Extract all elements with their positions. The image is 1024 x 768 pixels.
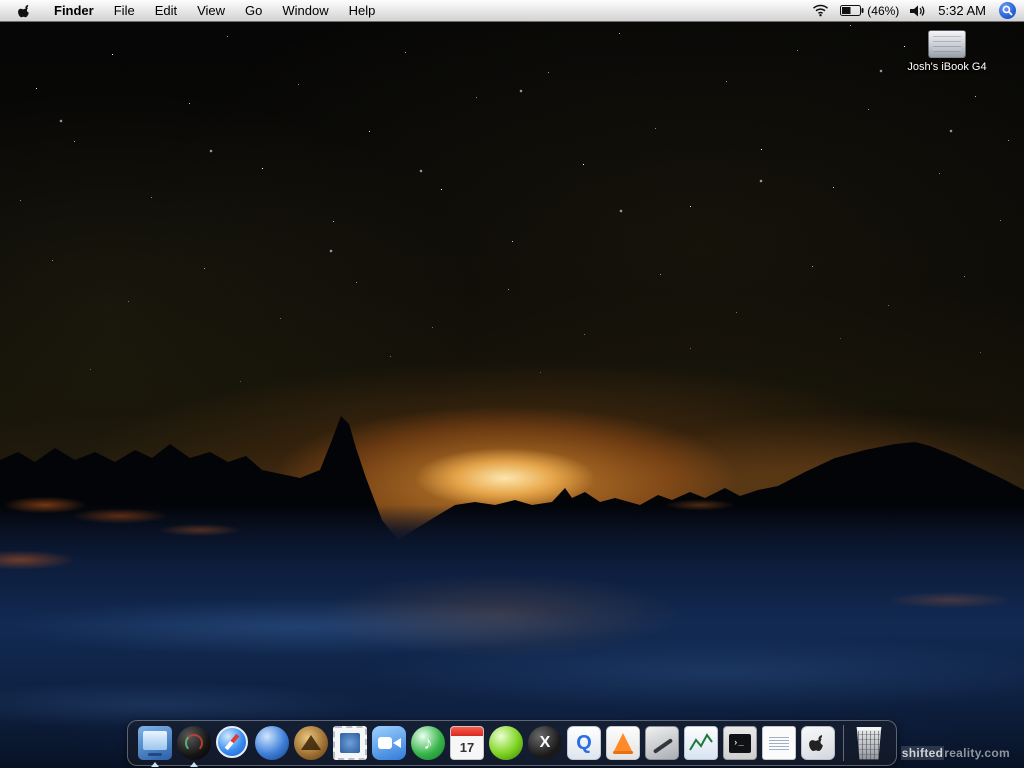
dock-item-trash[interactable] (852, 726, 886, 760)
document-icon (762, 726, 796, 760)
battery-icon (840, 5, 864, 16)
battery-menu-extra[interactable]: (46%) (840, 4, 899, 18)
wifi-icon (813, 4, 829, 17)
dock-item-finder[interactable] (138, 726, 172, 767)
wallpaper-watermark: shiftedreality.com (900, 746, 1010, 760)
x11-icon (528, 726, 562, 760)
dock: 17 (127, 720, 897, 767)
sunlit-rocks-glow (0, 0, 1024, 768)
video-camera-icon (372, 726, 406, 760)
hard-disk-icon (928, 30, 966, 58)
music-note-icon (411, 726, 445, 760)
sextant-icon (294, 726, 328, 760)
desktop-wallpaper[interactable]: shiftedreality.com (0, 0, 1024, 768)
dock-item-graphics-app[interactable] (645, 726, 679, 760)
compass-icon (216, 726, 248, 758)
dock-item-vlc[interactable] (606, 726, 640, 760)
dark-gauge-icon (177, 726, 211, 760)
calendar-icon: 17 (450, 726, 484, 760)
stamp-icon (333, 726, 367, 760)
apple-logo-icon (809, 735, 823, 751)
monitor-icon (138, 726, 172, 760)
wifi-menu-extra[interactable] (812, 4, 829, 17)
spotlight-magnifier-icon (1002, 5, 1013, 16)
traffic-cone-icon (606, 726, 640, 760)
dock-separator (843, 725, 844, 761)
hard-disk-label: Josh's iBook G4 (907, 61, 987, 73)
dock-item-mail[interactable] (333, 726, 367, 760)
spotlight-button[interactable] (999, 2, 1016, 19)
running-indicator (151, 762, 159, 767)
menu-edit[interactable]: Edit (145, 0, 187, 22)
dock-item-ichat[interactable] (372, 726, 406, 760)
dock-item-quicktime[interactable] (567, 726, 601, 760)
menu-window[interactable]: Window (272, 0, 338, 22)
speaker-icon (910, 5, 925, 16)
menu-bar-status-area: (46%) 5:32 AM (812, 2, 1018, 19)
dock-item-sherlock[interactable] (294, 726, 328, 760)
quicktime-q-icon (567, 726, 601, 760)
terminal-icon (723, 726, 757, 760)
dock-item-itunes[interactable] (411, 726, 445, 760)
apple-menu[interactable] (6, 0, 44, 22)
apple-icon (801, 726, 835, 760)
dock-item-limewire[interactable] (489, 726, 523, 760)
dock-item-internet[interactable] (255, 726, 289, 760)
apple-logo-icon (18, 4, 29, 17)
graph-icon (684, 726, 718, 760)
menu-finder[interactable]: Finder (44, 0, 104, 22)
menu-view[interactable]: View (187, 0, 235, 22)
watermark-reality: reality.com (944, 746, 1010, 760)
volume-menu-extra[interactable] (910, 5, 925, 17)
running-indicator (190, 762, 198, 767)
menu-help[interactable]: Help (339, 0, 386, 22)
calendar-day-number: 17 (459, 739, 475, 755)
dock-item-terminal[interactable] (723, 726, 757, 760)
menu-file[interactable]: File (104, 0, 145, 22)
gray-app-icon (645, 726, 679, 760)
menu-bar: Finder File Edit View Go Window Help (46… (0, 0, 1024, 22)
dock-item-apple-app[interactable] (801, 726, 835, 760)
battery-percent-label: (46%) (867, 3, 900, 18)
dock-item-textedit[interactable] (762, 726, 796, 760)
trash-slot (852, 726, 886, 760)
watermark-shifted: shifted (900, 746, 945, 760)
menu-go[interactable]: Go (235, 0, 272, 22)
blue-orb-icon (255, 726, 289, 760)
desktop-icon-hard-disk[interactable]: Josh's iBook G4 (882, 30, 1012, 73)
clock-menu-extra[interactable]: 5:32 AM (936, 3, 988, 18)
green-orb-icon (489, 726, 523, 760)
dock-item-dashboard[interactable] (177, 726, 211, 767)
dock-item-grapher[interactable] (684, 726, 718, 760)
dock-item-safari[interactable] (216, 726, 250, 760)
graph-line (689, 733, 713, 751)
dock-item-x11[interactable] (528, 726, 562, 760)
trash-icon (856, 726, 882, 760)
dock-item-ical[interactable]: 17 (450, 726, 484, 760)
